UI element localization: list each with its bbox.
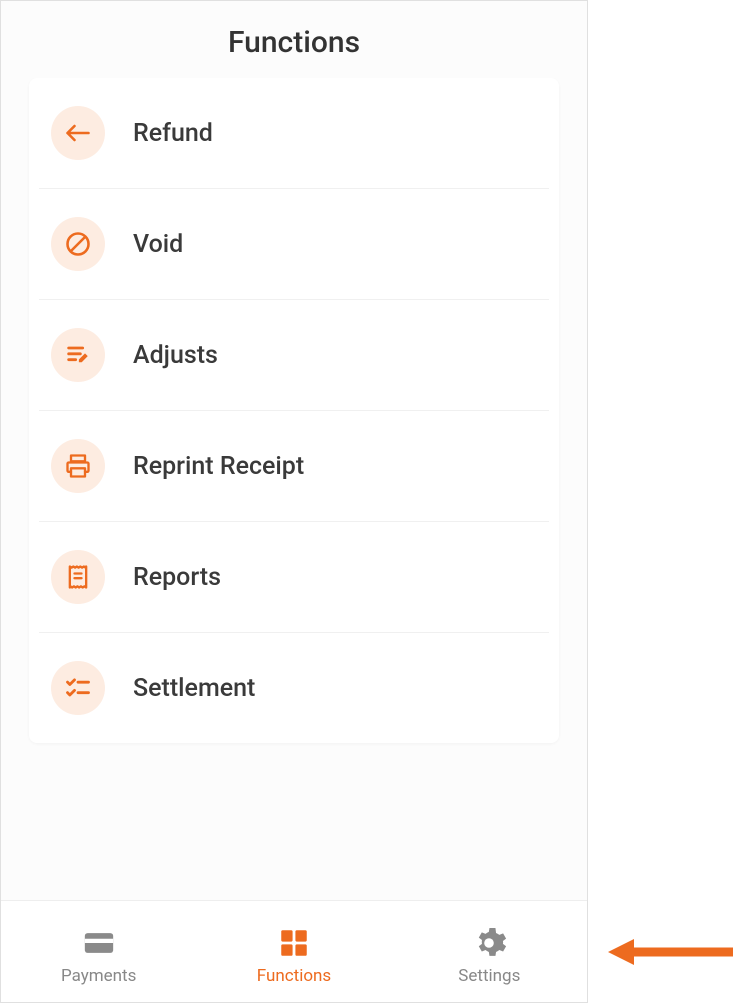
bottom-nav: Payments Functions Settings — [1, 900, 587, 1002]
card-icon — [80, 924, 118, 962]
nav-label: Functions — [257, 966, 331, 986]
printer-icon — [51, 439, 105, 493]
page-header: Functions — [1, 1, 587, 78]
functions-list: Refund Void — [29, 78, 559, 743]
checklist-icon — [51, 661, 105, 715]
return-arrow-icon — [51, 106, 105, 160]
list-item-reprint[interactable]: Reprint Receipt — [39, 411, 549, 522]
nav-label: Settings — [458, 966, 520, 986]
nav-functions[interactable]: Functions — [196, 918, 391, 986]
annotation-arrow-icon — [608, 932, 738, 972]
list-item-reports[interactable]: Reports — [39, 522, 549, 633]
item-label: Void — [133, 230, 183, 259]
list-item-settlement[interactable]: Settlement — [39, 633, 549, 743]
edit-lines-icon — [51, 328, 105, 382]
app-screen: Functions Refund Void — [0, 0, 588, 1003]
prohibit-icon — [51, 217, 105, 271]
item-label: Reprint Receipt — [133, 452, 304, 481]
list-item-void[interactable]: Void — [39, 189, 549, 300]
list-item-refund[interactable]: Refund — [39, 78, 549, 189]
gear-icon — [470, 924, 508, 962]
nav-label: Payments — [61, 966, 136, 986]
content-area: Refund Void — [1, 78, 587, 900]
item-label: Settlement — [133, 674, 255, 703]
nav-payments[interactable]: Payments — [1, 918, 196, 986]
item-label: Adjusts — [133, 341, 218, 370]
page-title: Functions — [1, 25, 587, 60]
item-label: Refund — [133, 119, 213, 148]
nav-settings[interactable]: Settings — [392, 918, 587, 986]
receipt-icon — [51, 550, 105, 604]
list-item-adjusts[interactable]: Adjusts — [39, 300, 549, 411]
grid-icon — [275, 924, 313, 962]
item-label: Reports — [133, 563, 221, 592]
